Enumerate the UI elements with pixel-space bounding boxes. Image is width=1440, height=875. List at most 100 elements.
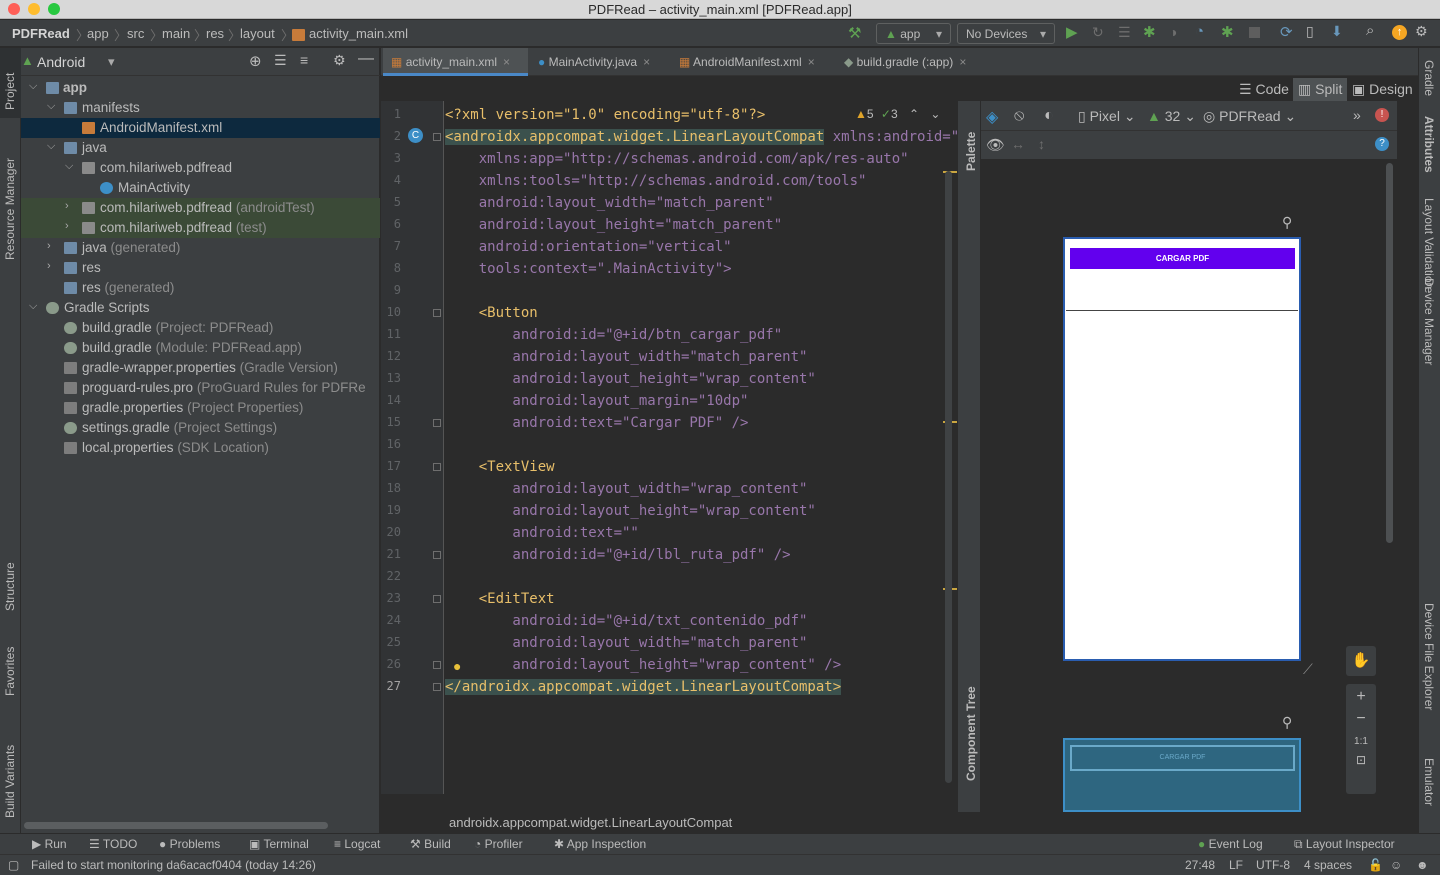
code-breadcrumb-label[interactable]: androidx.appcompat.widget.LinearLayoutCo… — [449, 815, 732, 830]
tree-item-gradle-wrapper[interactable]: gradle-wrapper.properties (Gradle Versio… — [21, 358, 380, 378]
search-icon[interactable]: ⌕ — [1366, 22, 1374, 39]
tool-tab-project[interactable]: Project — [3, 73, 17, 110]
line-number[interactable]: 19 — [381, 503, 401, 517]
line-number[interactable]: 18 — [381, 481, 401, 495]
pan-icon[interactable]: ✋ — [1346, 646, 1376, 676]
split-mode-button[interactable]: ▥ Split — [1293, 78, 1348, 101]
breadcrumb-main[interactable]: main — [162, 26, 190, 41]
breadcrumb-layout[interactable]: layout — [240, 26, 275, 41]
tree-item-gradle-properties[interactable]: gradle.properties (Project Properties) — [21, 398, 380, 418]
code-editor[interactable]: <?xml version="1.0" encoding="utf-8"?> <… — [445, 101, 957, 794]
line-number[interactable]: 1 — [381, 107, 401, 121]
tree-item-gradle-scripts[interactable]: ⌵ Gradle Scripts — [21, 298, 380, 318]
tool-tab-build-variants[interactable]: Build Variants — [3, 745, 17, 818]
tool-terminal[interactable]: ▣ Terminal — [249, 837, 309, 851]
class-gutter-icon[interactable]: C — [408, 128, 423, 143]
line-number[interactable]: 16 — [381, 437, 401, 451]
tool-tab-structure[interactable]: Structure — [3, 562, 17, 611]
fold-marker-icon[interactable] — [433, 419, 441, 427]
palette-tab[interactable]: Palette — [964, 132, 978, 171]
theme-select[interactable]: ◎ PDFRead ⌄ — [1203, 108, 1296, 125]
debug-icon[interactable]: ✱ — [1143, 23, 1156, 41]
coverage-icon[interactable]: ◑ — [1169, 24, 1177, 40]
more-icon[interactable]: » — [1353, 107, 1361, 123]
settings-icon[interactable]: ⚙ — [1415, 23, 1428, 40]
line-number[interactable]: 22 — [381, 569, 401, 583]
tab-mainactivity[interactable]: ● MainActivity.java × — [530, 48, 658, 76]
orientation-icon[interactable]: ⦸ — [1014, 107, 1024, 125]
zoom-in-icon[interactable]: + — [1346, 688, 1376, 706]
status-panel-icon[interactable]: ▢ — [8, 858, 19, 872]
layers-icon[interactable]: ◈ — [986, 107, 998, 127]
zoom-actual-size[interactable]: 1:1 — [1346, 736, 1376, 747]
tree-item-package-androidtest[interactable]: › com.hilariweb.pdfread (androidTest) — [21, 198, 380, 218]
line-number[interactable]: 13 — [381, 371, 401, 385]
update-icon[interactable]: ↑ — [1392, 25, 1407, 40]
tab-androidmanifest[interactable]: ▦ AndroidManifest.xml × — [671, 48, 823, 76]
fold-marker-icon[interactable] — [433, 661, 441, 669]
tree-item-build-gradle-module[interactable]: build.gradle (Module: PDFRead.app) — [21, 338, 380, 358]
line-number[interactable]: 26 — [381, 657, 401, 671]
inspection-widget[interactable]: ▲5 ✓3 ⌃ ⌄ — [855, 107, 940, 121]
memory-indicator-icon[interactable]: ☻ — [1416, 858, 1429, 872]
night-mode-icon[interactable]: ◐ — [1044, 107, 1054, 125]
vertical-resize-icon[interactable]: ↕ — [1038, 136, 1045, 152]
error-icon[interactable]: ! — [1375, 108, 1389, 122]
hide-panel-icon[interactable]: — — [358, 50, 374, 68]
eye-icon[interactable]: 👁 — [986, 136, 1005, 154]
line-separator[interactable]: LF — [1229, 858, 1243, 872]
lightbulb-icon[interactable]: ● — [453, 658, 461, 674]
line-number[interactable]: 25 — [381, 635, 401, 649]
horizontal-resize-icon[interactable]: ↔ — [1011, 136, 1025, 152]
close-icon[interactable]: × — [808, 55, 815, 69]
tool-problems[interactable]: ● Problems — [159, 837, 220, 851]
tree-item-java[interactable]: ⌵ java — [21, 138, 380, 158]
breadcrumb-project[interactable]: PDFRead — [12, 26, 70, 41]
fold-marker-icon[interactable] — [433, 133, 441, 141]
close-icon[interactable]: × — [503, 55, 510, 69]
blueprint-button[interactable]: CARGAR PDF — [1070, 745, 1295, 771]
tree-item-app[interactable]: ⌵ app — [21, 78, 380, 98]
line-number[interactable]: 11 — [381, 327, 401, 341]
tree-item-settings-gradle[interactable]: settings.gradle (Project Settings) — [21, 418, 380, 438]
profile-icon[interactable]: ◔ — [1195, 23, 1204, 40]
fold-marker-icon[interactable] — [433, 309, 441, 317]
tree-item-build-gradle-project[interactable]: build.gradle (Project: PDFRead) — [21, 318, 380, 338]
tool-event-log[interactable]: ● Event Log — [1198, 837, 1263, 851]
line-number[interactable]: 27 — [381, 679, 401, 693]
tree-item-manifests[interactable]: ⌵ manifests — [21, 98, 380, 118]
api-select[interactable]: ▲ 32 ⌄ — [1147, 108, 1196, 125]
attach-debugger-icon[interactable]: ✱ — [1221, 23, 1234, 41]
tool-app-inspection[interactable]: ✱ App Inspection — [554, 837, 646, 851]
fold-marker-icon[interactable] — [433, 595, 441, 603]
line-number[interactable]: 8 — [381, 261, 401, 275]
run-icon[interactable]: ▶ — [1066, 23, 1078, 41]
tool-profiler[interactable]: ◔ Profiler — [474, 837, 523, 851]
line-number[interactable]: 12 — [381, 349, 401, 363]
tree-item-res[interactable]: › res — [21, 258, 380, 278]
zoom-fit-icon[interactable]: ⊡ — [1346, 753, 1376, 767]
expand-all-icon[interactable]: ☰ — [274, 52, 287, 69]
indent-setting[interactable]: 4 spaces — [1304, 858, 1352, 872]
tool-tab-favorites[interactable]: Favorites — [3, 647, 17, 696]
tool-layout-inspector[interactable]: ⧉ Layout Inspector — [1294, 837, 1395, 852]
run-config-select[interactable]: ▲ app ▾ — [876, 23, 951, 44]
tree-item-androidmanifest[interactable]: AndroidManifest.xml — [21, 118, 380, 138]
fold-marker-icon[interactable] — [433, 683, 441, 691]
design-mode-button[interactable]: ▣ Design — [1352, 81, 1413, 98]
locate-icon[interactable]: ⊕ — [249, 52, 262, 70]
resize-handle-icon[interactable]: ⟋ — [1303, 661, 1313, 678]
tree-item-res-generated[interactable]: res (generated) — [21, 278, 380, 298]
tree-item-java-generated[interactable]: › java (generated) — [21, 238, 380, 258]
chevron-down-icon[interactable]: ▾ — [108, 54, 115, 70]
file-encoding[interactable]: UTF-8 — [1256, 858, 1290, 872]
line-number[interactable]: 14 — [381, 393, 401, 407]
breadcrumb-src[interactable]: src — [127, 26, 144, 41]
tool-tab-layout-validation[interactable]: Layout Validation — [1422, 198, 1436, 289]
tool-tab-gradle[interactable]: Gradle — [1422, 60, 1436, 96]
tool-tab-device-file-explorer[interactable]: Device File Explorer — [1422, 603, 1436, 710]
lock-icon[interactable]: 🔓 — [1368, 858, 1383, 872]
breadcrumb-res[interactable]: res — [206, 26, 224, 41]
line-number[interactable]: 21 — [381, 547, 401, 561]
line-number[interactable]: 2 — [381, 129, 401, 143]
